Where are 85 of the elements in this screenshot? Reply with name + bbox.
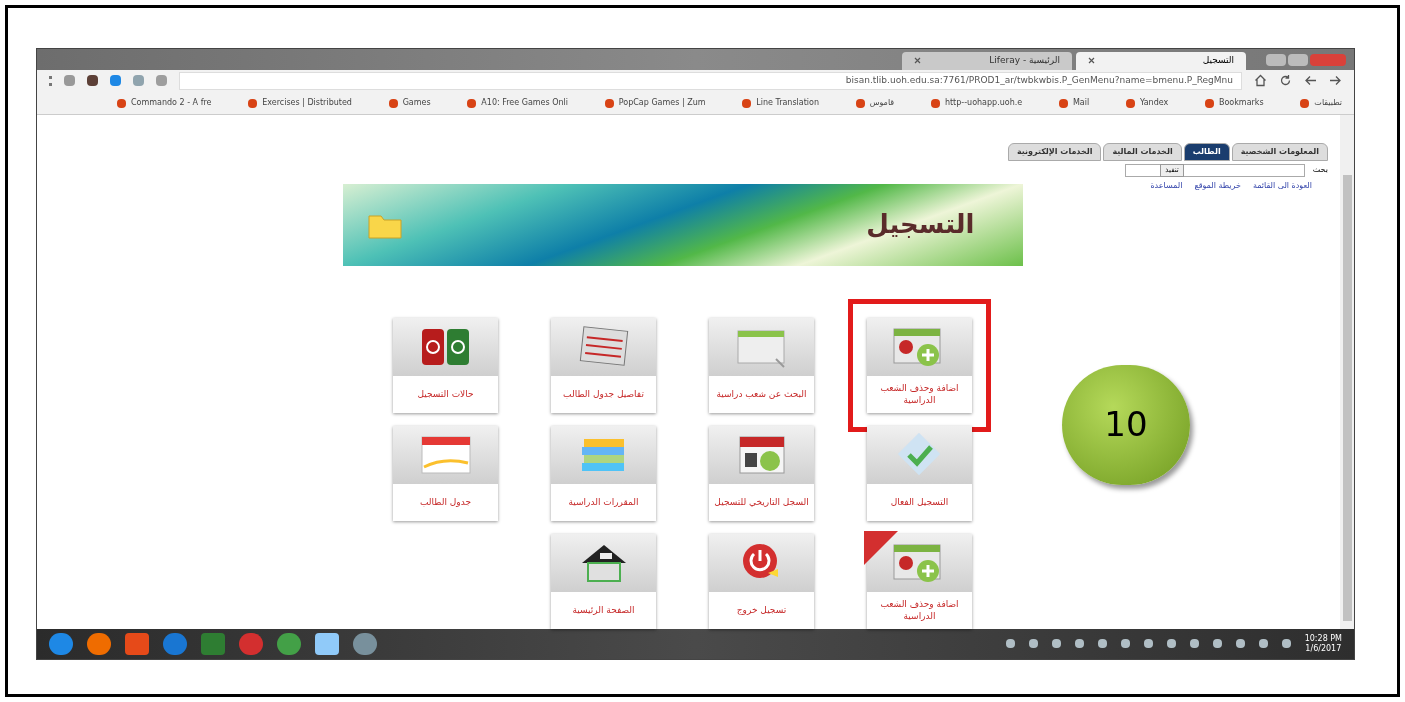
page-tab[interactable]: المعلومات الشخصية — [1231, 142, 1328, 161]
tray-icon[interactable] — [1143, 639, 1153, 649]
favicon-icon — [1300, 98, 1310, 108]
tray-icon[interactable] — [1120, 639, 1130, 649]
reload-icon[interactable] — [1279, 74, 1292, 88]
favicon-icon — [1058, 98, 1068, 108]
page-tab[interactable]: الخدمات الإلكترونية — [1007, 142, 1102, 161]
home-icon[interactable] — [1254, 74, 1267, 88]
tile-label: تسجيل خروج — [736, 604, 787, 617]
extension-icon[interactable] — [87, 75, 98, 87]
tray-icon[interactable] — [1028, 639, 1038, 649]
favicon-icon — [742, 98, 752, 108]
browser-tab[interactable]: التسجيل — [1076, 51, 1246, 70]
tile-label: اضافة وحذف الشعب الدراسية — [879, 382, 960, 407]
nav-link[interactable]: العودة الى القائمة — [1252, 179, 1312, 192]
tray-icon[interactable] — [1281, 639, 1291, 649]
tile-label: اضافة وحذف الشعب الدراسية — [879, 598, 960, 623]
page-tab[interactable]: الطالب — [1183, 142, 1230, 161]
tile-label: السجل التاريخي للتسجيل — [714, 496, 809, 509]
favicon-icon — [604, 98, 614, 108]
menu-tile[interactable]: جدول الطالب — [393, 425, 498, 521]
back-arrow-icon[interactable] — [1304, 74, 1317, 88]
tile-label: البحث عن شعب دراسية — [716, 388, 807, 401]
tile-label: الصفحة الرئيسية — [572, 604, 635, 617]
favicon-icon — [388, 98, 398, 108]
favicon-icon — [1204, 98, 1214, 108]
tile-label: حالات التسجيل — [417, 388, 474, 401]
scrollbar[interactable] — [1340, 114, 1354, 629]
search-label: بحث — [1312, 164, 1328, 177]
tray-icon[interactable] — [1097, 639, 1107, 649]
menu-tile[interactable]: الصفحة الرئيسية — [551, 533, 656, 629]
tray-icon[interactable] — [1212, 639, 1222, 649]
bookmark-link[interactable]: قاموس — [869, 97, 895, 110]
menu-tile[interactable]: اضافة وحذف الشعب الدراسية — [867, 317, 972, 413]
bookmark-link[interactable]: Line Translation — [756, 97, 819, 110]
bookmark-link[interactable]: Commando 2 - A fre — [131, 97, 212, 110]
bookmark-link[interactable]: Games — [402, 97, 431, 110]
menu-tile[interactable]: حالات التسجيل — [393, 317, 498, 413]
close-tab-icon[interactable] — [914, 57, 921, 65]
bookmark-link[interactable]: http--uohapp.uoh.e — [944, 97, 1023, 110]
tray-icon[interactable] — [1258, 639, 1268, 649]
bookmark-link[interactable]: Mail — [1072, 97, 1090, 110]
url-text: bisan.tlib.uoh.edu.sa:7761/PROD1_ar/twbkwbis.P_GenMenu?name=bmenu.P_RegMnu — [845, 74, 1233, 88]
menu-tile[interactable]: البحث عن شعب دراسية — [709, 317, 814, 413]
forward-arrow-icon[interactable] — [1329, 74, 1342, 88]
menu-tile[interactable]: المقررات الدراسية — [551, 425, 656, 521]
menu-tile[interactable]: تسجيل خروج — [709, 533, 814, 629]
menu-tile[interactable]: التسجيل الفعال — [867, 425, 972, 521]
banner-title: التسجيل — [866, 208, 976, 242]
tray-icon[interactable] — [1051, 639, 1061, 649]
bookmark-link[interactable]: A10: Free Games Onli — [481, 97, 569, 110]
corner-ribbon-icon — [864, 530, 898, 565]
tile-label: جدول الطالب — [420, 496, 471, 509]
menu-icon[interactable] — [49, 75, 52, 86]
annotation-number: 10 — [1104, 403, 1148, 447]
bookmark-link[interactable]: Yandex — [1139, 97, 1169, 110]
round-app-icon[interactable] — [239, 632, 263, 655]
bookmark-link[interactable]: Exercises | Distributed — [262, 97, 352, 110]
favicon-icon — [467, 98, 477, 108]
tray-icon[interactable] — [1235, 639, 1245, 649]
favicon-icon — [930, 98, 940, 108]
tray-icon[interactable] — [1189, 639, 1199, 649]
tray-icon[interactable] — [1074, 639, 1084, 649]
browser-tab[interactable]: الرئيسية - Liferay — [902, 51, 1072, 70]
nav-link[interactable]: المساعدة — [1150, 179, 1183, 192]
favicon-icon — [1125, 98, 1135, 108]
bookmark-link[interactable]: Bookmarks — [1218, 97, 1264, 110]
address-field[interactable]: bisan.tlib.uoh.edu.sa:7761/PROD1_ar/twbkwbis.P_GenMenu?name=bmenu.P_RegMnu — [179, 71, 1242, 90]
bookmark-link[interactable]: PopCap Games | Zum — [618, 97, 706, 110]
bookmark-link[interactable]: تطبيقات — [1314, 97, 1342, 110]
tile-label: التسجيل الفعال — [890, 496, 949, 509]
page-tab[interactable]: الخدمات المالية — [1103, 142, 1182, 161]
tile-label: المقررات الدراسية — [568, 496, 639, 509]
favicon-icon — [117, 98, 126, 108]
menu-tile[interactable]: تفاصيل جدول الطالب — [551, 317, 656, 413]
tray-icon[interactable] — [1166, 639, 1176, 649]
close-tab-icon[interactable] — [1088, 57, 1095, 65]
favicon-icon — [248, 98, 258, 108]
tile-label: تفاصيل جدول الطالب — [563, 388, 644, 401]
tray-icon[interactable] — [1005, 639, 1015, 649]
menu-tile[interactable]: السجل التاريخي للتسجيل — [709, 425, 814, 521]
favicon-icon — [855, 98, 865, 108]
menu-tile[interactable]: اضافة وحذف الشعب الدراسية — [867, 533, 972, 629]
clock[interactable]: 10:28 PM 1/6/2017 — [1304, 633, 1342, 654]
nav-link[interactable]: خريطة الموقع — [1194, 179, 1241, 192]
